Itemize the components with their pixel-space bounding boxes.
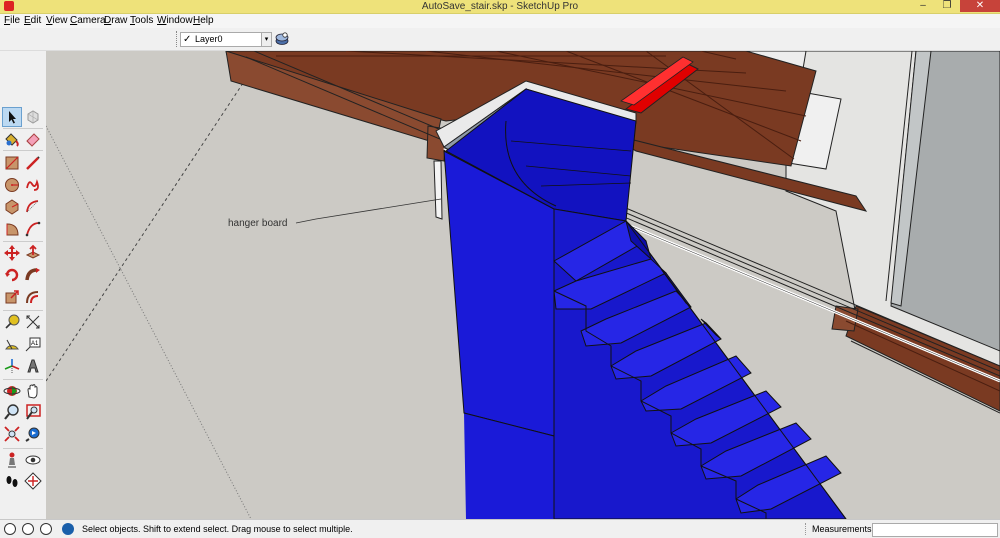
measurements-input[interactable] (872, 523, 998, 537)
menu-help[interactable]: Help (193, 14, 214, 28)
close-button[interactable]: ✕ (960, 0, 1000, 12)
credits-icon[interactable] (22, 523, 34, 535)
push-pull-icon[interactable] (24, 244, 42, 262)
menu-file[interactable]: File (4, 14, 20, 28)
position-camera-icon[interactable] (3, 451, 21, 469)
svg-text:A1: A1 (31, 341, 39, 347)
axes-icon[interactable] (3, 357, 21, 375)
paint-bucket-icon[interactable] (3, 130, 21, 148)
current-layer-check-icon: ✓ (183, 34, 192, 45)
line-icon[interactable] (24, 154, 42, 172)
walk-icon[interactable] (3, 472, 21, 490)
eraser-icon[interactable] (24, 130, 42, 148)
toolbar-separator (3, 448, 43, 449)
menu-window[interactable]: Window (157, 14, 193, 28)
dimension-icon[interactable] (24, 313, 42, 331)
move-icon[interactable] (3, 244, 21, 262)
menu-tools[interactable]: Tools (130, 14, 153, 28)
layers-toolbar: ✓ Layer0 ▾ (0, 28, 1000, 51)
help-icon[interactable] (62, 523, 74, 535)
maximize-button[interactable]: ❐ (936, 0, 958, 12)
toolbar-separator (3, 310, 43, 311)
status-message: Select objects. Shift to extend select. … (82, 524, 353, 534)
rectangle-icon[interactable] (3, 154, 21, 172)
measurements-separator (805, 523, 808, 535)
protractor-icon[interactable] (3, 335, 21, 353)
toolbar-separator (3, 379, 43, 380)
zoom-extents-icon[interactable] (3, 425, 21, 443)
text-icon[interactable]: A1 (24, 335, 42, 353)
menu-camera[interactable]: Camera (70, 14, 106, 28)
layer-name: Layer0 (195, 34, 223, 44)
status-bar: Select objects. Shift to extend select. … (0, 519, 1000, 538)
measurements-label: Measurements (812, 524, 872, 534)
pan-icon[interactable] (24, 382, 42, 400)
title-bar: AutoSave_stair.skp - SketchUp Pro – ❐ ✕ (0, 0, 1000, 14)
menu-draw[interactable]: Draw (104, 14, 127, 28)
look-around-icon[interactable] (24, 451, 42, 469)
layer-manager-icon[interactable] (275, 32, 289, 46)
model-viewport[interactable]: hanger board (46, 51, 1000, 519)
chevron-down-icon[interactable]: ▾ (261, 33, 271, 46)
large-tool-set: A1 (0, 51, 47, 519)
window-title: AutoSave_stair.skp - SketchUp Pro (421, 1, 579, 12)
minimize-button[interactable]: – (912, 0, 934, 12)
offset-icon[interactable] (24, 288, 42, 306)
user-icon[interactable] (40, 523, 52, 535)
rotate-icon[interactable] (3, 266, 21, 284)
freehand-icon[interactable] (24, 176, 42, 194)
tape-measure-icon[interactable] (3, 313, 21, 331)
menu-edit[interactable]: Edit (24, 14, 41, 28)
geo-location-icon[interactable] (4, 523, 16, 535)
toolbar-separator (3, 128, 43, 129)
3d-text-icon[interactable] (24, 357, 42, 375)
pie-icon[interactable] (3, 220, 21, 238)
zoom-icon[interactable] (3, 403, 21, 421)
select-tool-icon[interactable] (2, 107, 22, 127)
scale-icon[interactable] (3, 288, 21, 306)
polygon-icon[interactable] (3, 198, 21, 216)
stair-model-drawing (46, 51, 1000, 519)
previous-view-icon[interactable] (24, 425, 42, 443)
follow-me-icon[interactable] (24, 266, 42, 284)
section-plane-icon[interactable] (24, 472, 42, 490)
make-component-icon[interactable] (24, 108, 42, 126)
toolbar-separator (3, 241, 43, 242)
arc-icon[interactable] (24, 198, 42, 216)
orbit-icon[interactable] (3, 382, 21, 400)
zoom-window-icon[interactable] (24, 403, 42, 421)
menu-view[interactable]: View (46, 14, 68, 28)
toolbar-separator (3, 150, 43, 151)
circle-icon[interactable] (3, 176, 21, 194)
layer-select[interactable]: ✓ Layer0 ▾ (180, 32, 272, 47)
menu-bar: File Edit View Camera Draw Tools Window … (0, 14, 1000, 28)
hanger-board-label[interactable]: hanger board (228, 218, 288, 229)
two-point-arc-icon[interactable] (24, 220, 42, 238)
